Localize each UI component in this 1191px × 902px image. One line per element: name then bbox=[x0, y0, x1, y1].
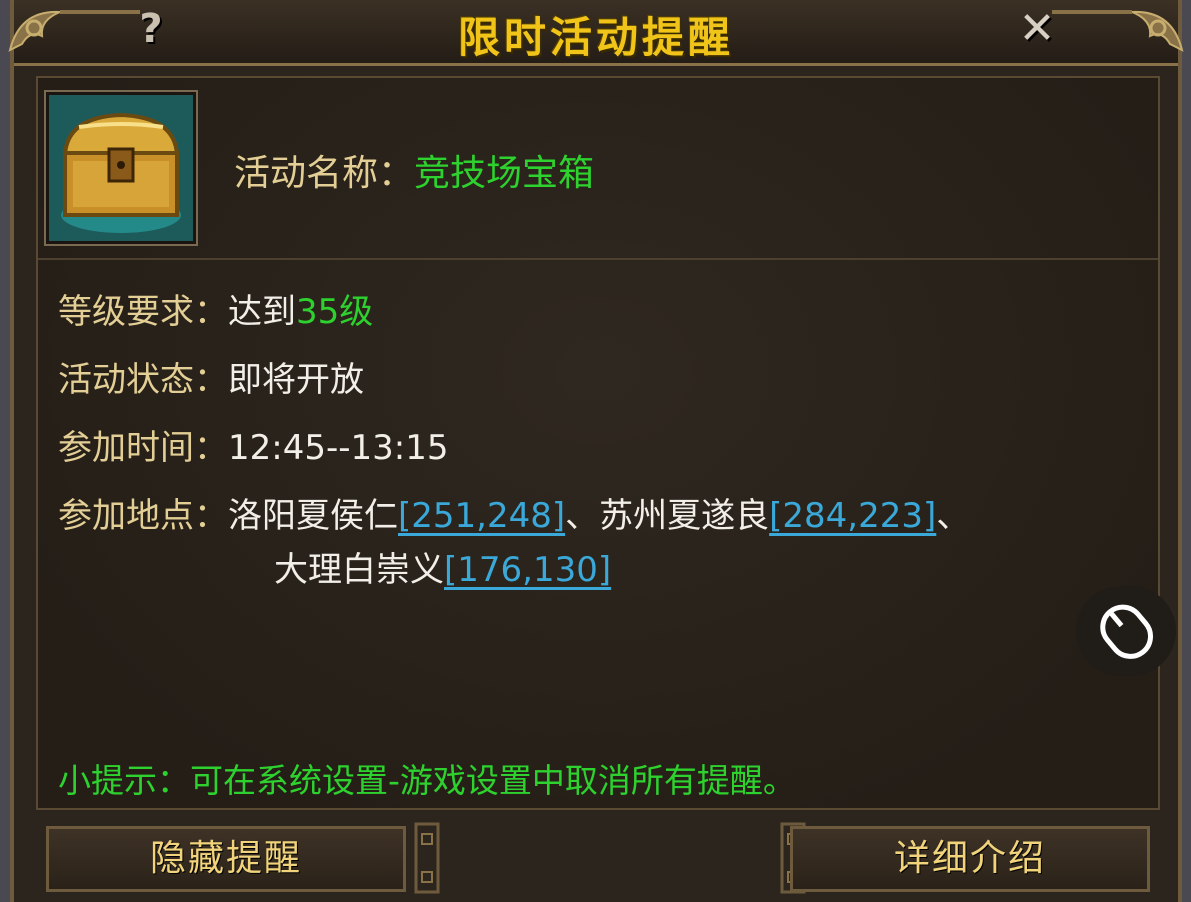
location-place-name: 大理白崇义 bbox=[274, 550, 444, 590]
activity-name-row: 活动名称：竞技场宝箱 bbox=[234, 144, 594, 196]
activity-name-value: 竞技场宝箱 bbox=[414, 153, 595, 194]
footer-ornament-left bbox=[414, 822, 440, 894]
location-coord-link[interactable]: [176,130] bbox=[444, 550, 611, 590]
content-panel: 活动名称：竞技场宝箱 等级要求：达到35级 活动状态：即将开放 参加时间：12:… bbox=[36, 76, 1160, 810]
activity-status-row: 活动状态：即将开放 bbox=[58, 352, 364, 401]
time-value: 12:45--13:15 bbox=[228, 428, 449, 468]
close-button[interactable]: ✕ bbox=[1012, 4, 1062, 54]
mouse-icon bbox=[1100, 604, 1153, 659]
location-coord-link[interactable]: [284,223] bbox=[769, 496, 936, 536]
level-prefix: 达到 bbox=[228, 292, 296, 332]
footer-bar: 隐藏提醒 详细介绍 bbox=[36, 814, 1160, 902]
status-label: 活动状态： bbox=[58, 360, 228, 400]
activity-icon-frame bbox=[44, 90, 198, 246]
dialog-title: 限时活动提醒 bbox=[457, 13, 734, 62]
treasure-chest-icon bbox=[49, 95, 193, 241]
location-separator: 、 bbox=[936, 496, 971, 536]
floating-mouse-button[interactable] bbox=[1076, 586, 1176, 676]
hide-reminder-button[interactable]: 隐藏提醒 bbox=[46, 826, 406, 892]
time-label: 参加时间： bbox=[58, 428, 228, 468]
tip-text: 小提示：可在系统设置-游戏设置中取消所有提醒。 bbox=[58, 761, 796, 800]
activity-name-label: 活动名称： bbox=[234, 153, 415, 194]
level-value: 35级 bbox=[296, 292, 374, 332]
level-label: 等级要求： bbox=[58, 292, 228, 332]
details-button[interactable]: 详细介绍 bbox=[790, 826, 1150, 892]
header-divider bbox=[38, 258, 1158, 260]
participation-location-row: 参加地点：洛阳夏侯仁[251,248]、苏州夏遂良[284,223]、 bbox=[58, 488, 970, 537]
location-place-name: 苏州夏遂良 bbox=[599, 496, 770, 536]
title-bar[interactable]: ? 限时活动提醒 ✕ bbox=[8, 0, 1184, 66]
location-place-name: 洛阳夏侯仁 bbox=[228, 496, 398, 536]
participation-time-row: 参加时间：12:45--13:15 bbox=[58, 420, 449, 469]
location-label: 参加地点： bbox=[58, 496, 228, 536]
status-value: 即将开放 bbox=[228, 360, 364, 400]
location-separator: 、 bbox=[565, 496, 600, 536]
activity-reminder-dialog: ? 限时活动提醒 ✕ 活动名称：竞技场宝箱 等级要求：达到35级 活动状态：即将… bbox=[8, 0, 1184, 902]
location-coord-link[interactable]: [251,248] bbox=[398, 496, 565, 536]
location-continued-row: 大理白崇义[176,130] bbox=[274, 542, 611, 591]
level-requirement-row: 等级要求：达到35级 bbox=[58, 284, 373, 333]
